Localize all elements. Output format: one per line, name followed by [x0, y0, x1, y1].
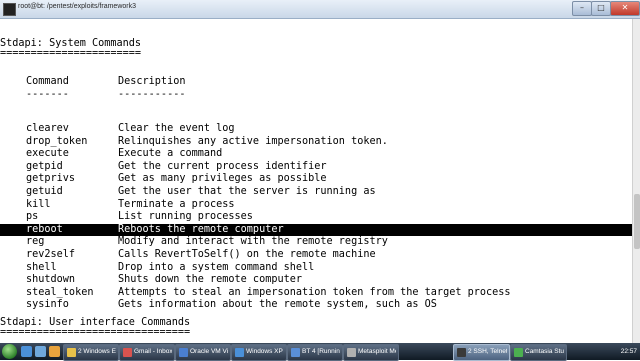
taskbar-item-label: 2 SSH, Telnet...	[468, 348, 507, 355]
taskbar-app-icon	[291, 348, 300, 357]
terminal-icon	[3, 3, 16, 16]
command-row[interactable]: reg Modify and interact with the remote r…	[0, 236, 632, 249]
command-description: Attempts to steal an impersonation token…	[118, 286, 511, 298]
command-row[interactable]: shell Drop into a system command shell	[0, 262, 632, 275]
taskbar-item[interactable]: Metasploit Me...	[343, 344, 399, 361]
section-rule: =======================	[0, 48, 142, 59]
command-name: ps	[26, 211, 39, 223]
command-name: drop_token	[26, 135, 88, 147]
command-description: Get the user that the server is running …	[118, 186, 376, 197]
command-description: Get the current process identifier	[118, 160, 327, 172]
minimize-button[interactable]: –	[572, 1, 592, 16]
command-name: getuid	[26, 186, 63, 197]
window-title-bar: root@bt: /pentest/exploits/framework3 – …	[0, 0, 640, 19]
maximize-button[interactable]: □	[591, 1, 611, 16]
command-name: reboot	[26, 223, 63, 235]
taskbar-item[interactable]: Oracle VM Virt...	[175, 344, 231, 361]
quicklaunch-folder-icon[interactable]	[49, 346, 60, 357]
command-description: Terminate a process	[118, 198, 235, 210]
taskbar-app-icon	[67, 348, 76, 357]
taskbar-item-label: 2 Windows E...	[78, 348, 116, 355]
taskbar-item[interactable]: BT 4 [Running]...	[287, 344, 343, 361]
window-title: root@bt: /pentest/exploits/framework3	[18, 3, 136, 10]
command-row[interactable]: steal_token Attempts to steal an imperson…	[0, 287, 632, 300]
command-row[interactable]: shutdown Shuts down the remote computer	[0, 274, 632, 287]
clock: 22:57	[620, 348, 637, 355]
taskbar-app-icon	[514, 348, 523, 357]
quicklaunch-ie-icon[interactable]	[21, 346, 32, 357]
taskbar-item-label: Metasploit Me...	[358, 348, 396, 355]
taskbar-item-label: BT 4 [Running]...	[302, 348, 340, 355]
command-row[interactable]: execute Execute a command	[0, 148, 632, 161]
command-row[interactable]: getuid Get the user that the server is ru…	[0, 186, 632, 199]
column-rule-command: -------	[26, 89, 69, 100]
command-description: Execute a command	[118, 148, 223, 160]
taskbar-app-icon	[179, 348, 188, 357]
taskbar-app-icon	[457, 348, 466, 357]
taskbar-item[interactable]: Camtasia Studi...	[510, 344, 567, 361]
command-row[interactable]: sysinfo Gets information about the remote…	[0, 299, 632, 312]
command-name: shutdown	[26, 274, 76, 286]
section2-rule: ===============================	[0, 327, 191, 338]
taskbar-app-icon	[347, 348, 356, 357]
command-row[interactable]: getpid Get the current process identifier	[0, 161, 632, 174]
taskbar-item[interactable]: 2 Windows E...	[63, 344, 119, 361]
taskbar-item-label: Windows XP S...	[246, 348, 284, 355]
command-description: Get as many privileges as possible	[118, 173, 327, 185]
column-rule-description: -----------	[118, 89, 186, 100]
command-name: reg	[26, 236, 45, 248]
command-name: getprivs	[26, 173, 76, 185]
command-name: execute	[26, 148, 69, 160]
taskbar-item[interactable]: Gmail - Inbox (...	[119, 344, 175, 361]
taskbar-item[interactable]: Windows XP S...	[231, 344, 287, 361]
command-name: shell	[26, 261, 57, 273]
command-name: clearev	[26, 123, 69, 134]
command-row[interactable]: clearev Clear the event log	[0, 123, 632, 136]
command-description: Drop into a system command shell	[118, 261, 315, 273]
command-description: Modify and interact with the remote regi…	[118, 236, 388, 248]
column-header-description: Description	[118, 76, 186, 87]
command-description: Reboots the remote computer	[118, 223, 284, 235]
command-description: Shuts down the remote computer	[118, 274, 303, 286]
taskbar: 2 Windows E... Gmail - Inbox (... Oracle V…	[0, 343, 640, 361]
taskbar-app-icon	[235, 348, 244, 357]
command-name: sysinfo	[26, 299, 69, 311]
command-description: Gets information about the remote system…	[118, 299, 437, 311]
command-description: Relinquishes any active impersonation to…	[118, 135, 388, 147]
command-row[interactable]: getprivs Get as many privileges as possib…	[0, 173, 632, 186]
taskbar-item[interactable]: 2 SSH, Telnet...	[453, 344, 510, 361]
system-tray: 22:57	[600, 344, 640, 359]
taskbar-item-label: Gmail - Inbox (...	[134, 348, 172, 355]
column-header-command: Command	[26, 76, 69, 87]
scroll-thumb[interactable]	[634, 194, 640, 249]
close-button[interactable]: ✕	[610, 1, 640, 16]
vertical-scrollbar[interactable]	[632, 19, 640, 343]
command-row[interactable]: rev2self Calls RevertToSelf() on the remo…	[0, 249, 632, 262]
command-description: Clear the event log	[118, 123, 235, 134]
command-name: rev2self	[26, 249, 76, 260]
command-row[interactable]: ps List running processes	[0, 211, 632, 224]
taskbar-item-label: Camtasia Studi...	[525, 348, 564, 355]
taskbar-app-icon	[123, 348, 132, 357]
command-name: steal_token	[26, 286, 94, 298]
start-button[interactable]	[2, 344, 17, 359]
taskbar-item-label: Oracle VM Virt...	[190, 348, 228, 355]
command-row[interactable]: kill Terminate a process	[0, 199, 632, 212]
command-row-selected[interactable]: reboot Reboots the remote computer	[0, 223, 632, 237]
command-description: List running processes	[118, 211, 253, 223]
quicklaunch-desktop-icon[interactable]	[35, 346, 46, 357]
command-row[interactable]: drop_token Relinquishes any active impers…	[0, 136, 632, 149]
command-name: getpid	[26, 160, 63, 172]
terminal-output[interactable]: Stdapi: System Commands ================…	[0, 19, 632, 343]
command-name: kill	[26, 198, 51, 210]
command-description: Calls RevertToSelf() on the remote machi…	[118, 249, 376, 260]
